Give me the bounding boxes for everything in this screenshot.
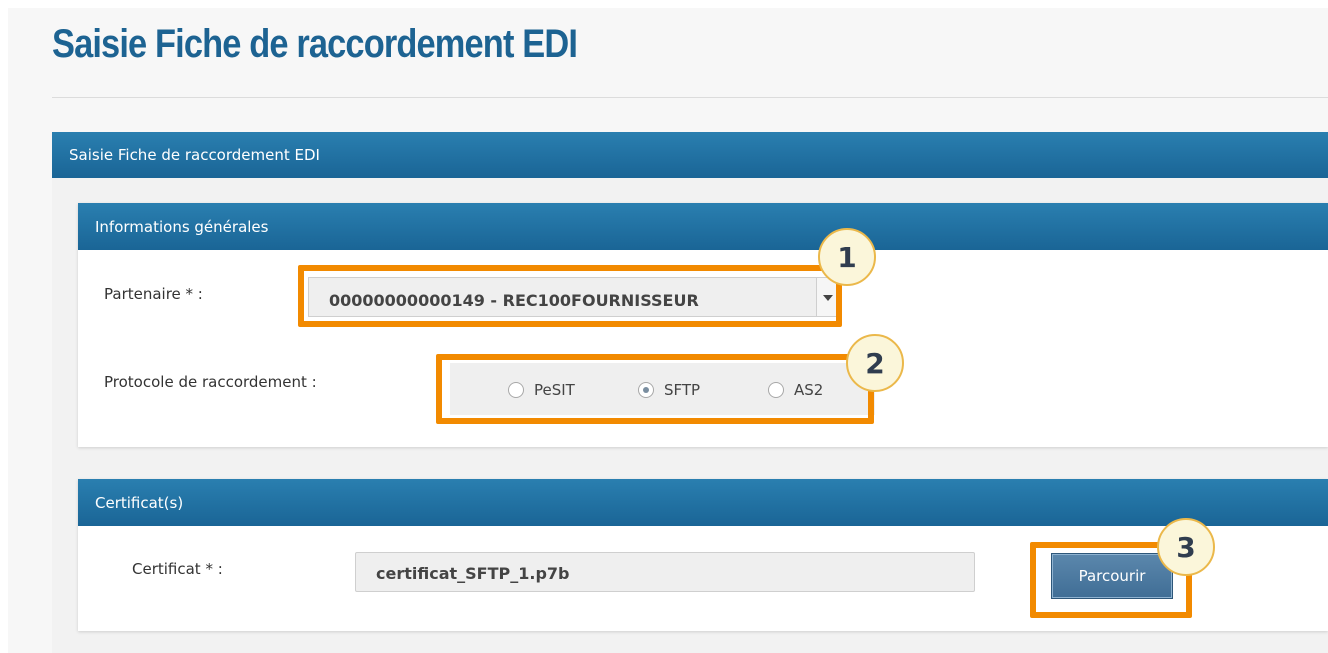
callout-badge-2: 2 — [846, 334, 904, 392]
partner-label: Partenaire * : — [104, 285, 203, 303]
page-title: Saisie Fiche de raccordement EDI — [52, 22, 578, 66]
certificate-label: Certificat * : — [132, 560, 223, 578]
callout-highlight-partner — [298, 265, 842, 327]
certificates-header: Certificat(s) — [78, 479, 1328, 526]
general-info-header: Informations générales — [78, 203, 1328, 250]
callout-badge-3: 3 — [1157, 518, 1215, 576]
title-divider — [52, 97, 1328, 98]
certificate-file-name: certificat_SFTP_1.p7b — [376, 564, 570, 583]
main-panel-header: Saisie Fiche de raccordement EDI — [52, 132, 1328, 178]
callout-highlight-protocol — [436, 354, 874, 424]
callout-badge-1: 1 — [818, 228, 876, 286]
certificate-file-field[interactable]: certificat_SFTP_1.p7b — [355, 552, 975, 592]
protocol-label: Protocole de raccordement : — [104, 373, 317, 391]
